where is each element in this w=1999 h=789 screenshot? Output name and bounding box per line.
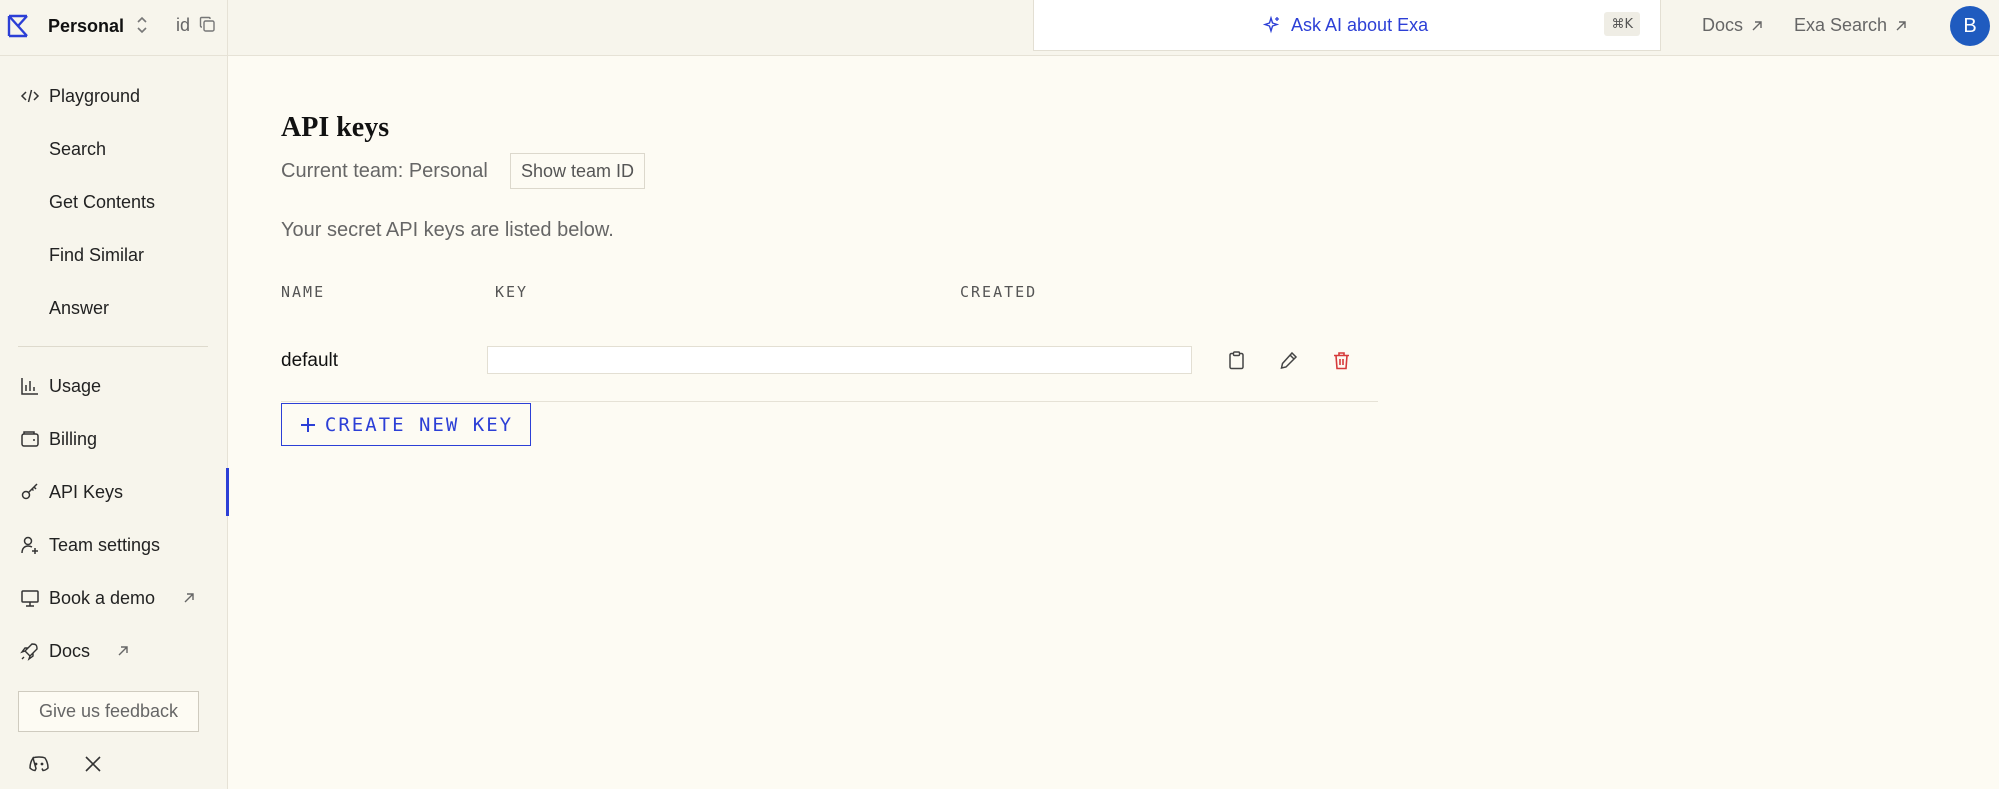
wallet-icon: [21, 431, 39, 447]
feedback-button[interactable]: Give us feedback: [18, 691, 199, 732]
sidebar-divider: [18, 346, 208, 347]
sidebar-item-team-settings[interactable]: Team settings: [0, 525, 228, 565]
team-name[interactable]: Personal: [48, 16, 124, 37]
row-divider: [281, 401, 1378, 402]
active-indicator: [226, 468, 229, 516]
docs-link[interactable]: Docs: [1702, 15, 1764, 36]
external-link-icon: [1896, 20, 1906, 30]
sidebar: Personal id Playground Search Get Conten…: [0, 0, 229, 789]
chevron-up-down-icon[interactable]: [134, 15, 150, 35]
key-icon: [21, 483, 38, 500]
sidebar-item-playground[interactable]: Playground: [0, 76, 228, 116]
presentation-icon: [21, 590, 39, 607]
team-id-label[interactable]: id: [176, 15, 190, 36]
sidebar-item-label: Find Similar: [49, 244, 145, 265]
sidebar-item-book-demo[interactable]: Book a demo: [0, 578, 228, 618]
external-link-icon: [1752, 20, 1762, 30]
sidebar-item-docs[interactable]: Docs: [0, 631, 228, 671]
team-switcher: Personal id: [0, 0, 228, 56]
ask-ai-button[interactable]: Ask AI about Exa ⌘K: [1033, 0, 1661, 51]
current-team-label: Current team: Personal: [281, 160, 488, 182]
exa-search-link-label: Exa Search: [1794, 15, 1888, 35]
create-new-key-label: CREATE NEW KEY: [324, 413, 514, 436]
show-team-id-button[interactable]: Show team ID: [510, 153, 646, 189]
sidebar-item-label: Team settings: [49, 534, 161, 555]
rocket-icon: [20, 643, 38, 661]
keyboard-shortcut-badge: ⌘K: [1604, 12, 1640, 36]
table-header-name: NAME: [281, 283, 326, 301]
plus-icon: [300, 417, 315, 432]
sidebar-item-label: Answer: [49, 297, 110, 318]
sidebar-item-search[interactable]: Search: [0, 129, 228, 169]
sidebar-item-usage[interactable]: Usage: [0, 366, 228, 406]
copy-icon[interactable]: [199, 16, 216, 33]
sidebar-item-find-similar[interactable]: Find Similar: [0, 235, 228, 275]
edit-pencil-icon[interactable]: [1278, 350, 1299, 371]
top-bar: Ask AI about Exa ⌘K Docs Exa Search: [228, 0, 1999, 56]
sparkle-icon: [1262, 15, 1280, 34]
docs-link-label: Docs: [1702, 15, 1744, 35]
avatar[interactable]: B: [1950, 6, 1990, 46]
table-header-created: CREATED: [960, 283, 1038, 301]
sidebar-item-label: Get Contents: [49, 191, 156, 212]
ask-ai-label: Ask AI about Exa: [1291, 15, 1429, 35]
api-key-field[interactable]: [487, 346, 1192, 374]
sidebar-item-label: Usage: [49, 375, 102, 396]
bar-chart-icon: [21, 378, 38, 395]
external-link-icon: [118, 646, 128, 656]
key-name: default: [281, 350, 339, 371]
sidebar-item-label: Playground: [49, 85, 141, 106]
external-link-icon: [184, 593, 194, 603]
sidebar-item-label: Docs: [49, 640, 91, 661]
sidebar-item-answer[interactable]: Answer: [0, 288, 228, 328]
sidebar-item-label: API Keys: [49, 481, 124, 502]
exa-search-link[interactable]: Exa Search: [1794, 15, 1908, 36]
table-header-key: KEY: [495, 283, 529, 301]
sidebar-item-label: Book a demo: [49, 587, 156, 608]
user-plus-icon: [21, 536, 38, 554]
sidebar-item-billing[interactable]: Billing: [0, 419, 228, 459]
sidebar-item-label: Search: [49, 138, 107, 159]
page-title: API keys: [281, 112, 390, 143]
exa-logo-icon: [7, 14, 28, 38]
x-twitter-icon[interactable]: [82, 753, 104, 775]
sidebar-item-label: Billing: [49, 428, 98, 449]
trash-icon[interactable]: [1331, 350, 1352, 371]
discord-icon[interactable]: [28, 753, 50, 775]
sidebar-item-api-keys[interactable]: API Keys: [0, 472, 228, 512]
sidebar-item-get-contents[interactable]: Get Contents: [0, 182, 228, 222]
code-icon: [20, 89, 40, 103]
api-keys-description: Your secret API keys are listed below.: [281, 219, 614, 241]
create-new-key-button[interactable]: CREATE NEW KEY: [281, 403, 531, 446]
clipboard-icon[interactable]: [1226, 350, 1247, 371]
